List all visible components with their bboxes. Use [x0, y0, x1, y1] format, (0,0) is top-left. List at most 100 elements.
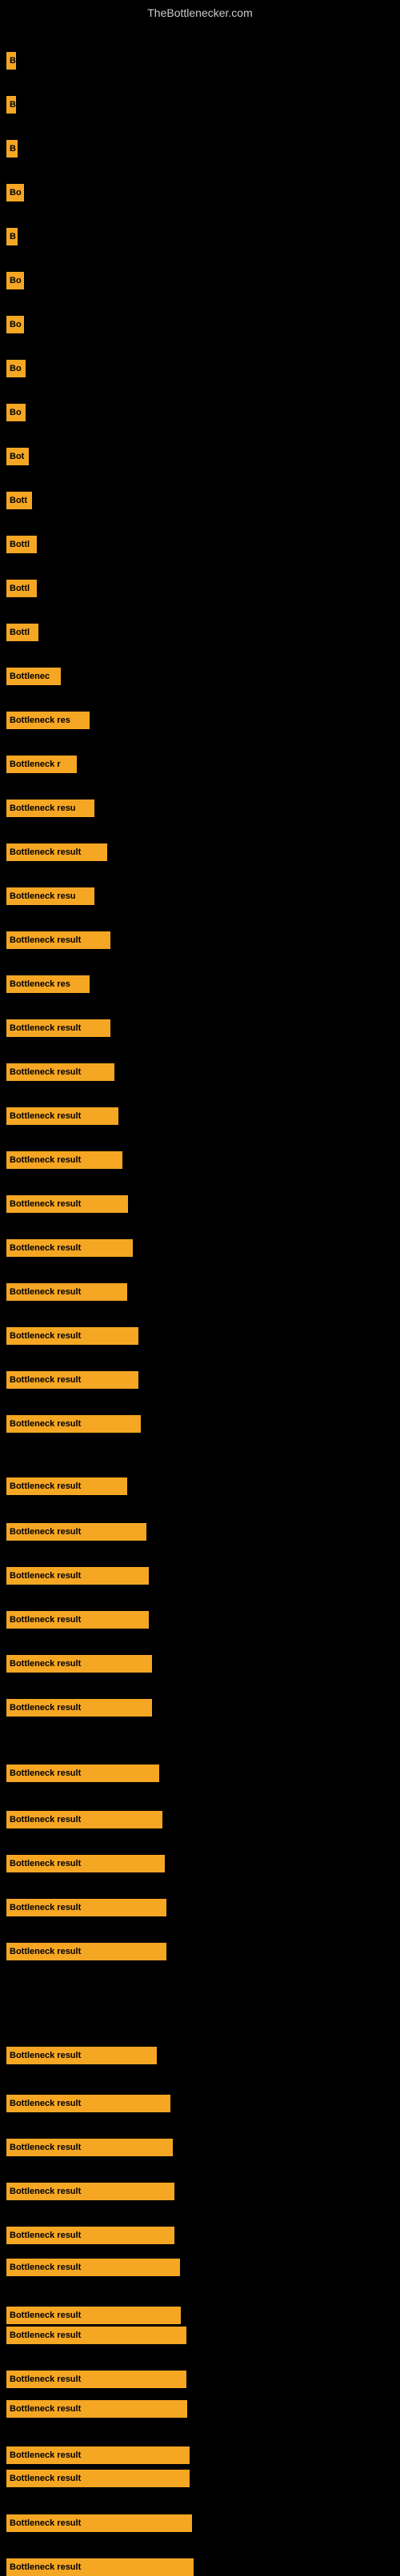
- bar-row: Bottleneck result: [6, 1477, 127, 1495]
- bar-row: Bottleneck result: [6, 1611, 149, 1629]
- bar-row: B: [6, 96, 16, 114]
- bar-label: Bottleneck result: [6, 2400, 187, 2418]
- bar-label: Bottleneck result: [6, 1899, 166, 1916]
- bar-row: Bottleneck result: [6, 1063, 114, 1081]
- bar-row: Bo: [6, 404, 26, 421]
- bar-label: Bottleneck result: [6, 1611, 149, 1629]
- bar-row: Bottleneck result: [6, 2259, 180, 2276]
- bar-row: Bottleneck result: [6, 931, 110, 949]
- bar-label: Bo: [6, 316, 24, 333]
- bar-row: Bottleneck result: [6, 1523, 146, 1541]
- bar-row: Bottleneck result: [6, 1415, 141, 1433]
- bar-label: Bottleneck result: [6, 1283, 127, 1301]
- bar-row: Bottleneck result: [6, 1567, 149, 1585]
- bar-label: Bottleneck result: [6, 2227, 174, 2244]
- bar-row: B: [6, 228, 18, 245]
- bar-label: Bottleneck res: [6, 975, 90, 993]
- bar-row: Bottleneck result: [6, 1239, 133, 1257]
- bar-label: Bottleneck result: [6, 1477, 127, 1495]
- bar-row: Bottleneck result: [6, 1195, 128, 1213]
- bar-row: Bottleneck result: [6, 2470, 190, 2487]
- bar-row: Bottleneck result: [6, 1699, 152, 1717]
- bar-label: Bottleneck result: [6, 1327, 138, 1345]
- bar-row: Bottleneck result: [6, 1107, 118, 1125]
- bar-row: Bottleneck result: [6, 1283, 127, 1301]
- bar-row: Bottleneck result: [6, 1019, 110, 1037]
- bar-label: B: [6, 96, 16, 114]
- bar-row: B: [6, 52, 16, 70]
- bar-label: Bottl: [6, 536, 37, 553]
- bar-label: Bottleneck result: [6, 2446, 190, 2464]
- bar-label: Bottleneck result: [6, 843, 107, 861]
- bar-label: Bottleneck r: [6, 756, 77, 773]
- bar-row: Bottleneck result: [6, 2183, 174, 2200]
- bar-row: Bottleneck result: [6, 843, 107, 861]
- site-title: TheBottlenecker.com: [0, 0, 400, 22]
- bar-row: Bottleneck result: [6, 2400, 187, 2418]
- bar-row: Bo: [6, 360, 26, 377]
- bar-row: Bot: [6, 448, 29, 465]
- bar-label: Bottlenec: [6, 668, 61, 685]
- bar-row: Bottleneck result: [6, 2558, 194, 2576]
- bar-row: Bottleneck result: [6, 1943, 166, 1960]
- bar-label: Bottleneck result: [6, 1107, 118, 1125]
- bar-row: Bottleneck result: [6, 2047, 157, 2064]
- bar-row: Bottleneck result: [6, 1655, 152, 1673]
- bar-label: Bottleneck result: [6, 2047, 157, 2064]
- bar-row: Bottleneck res: [6, 975, 90, 993]
- bar-row: Bottleneck result: [6, 1765, 159, 1782]
- bar-label: B: [6, 52, 16, 70]
- bar-label: Bottleneck result: [6, 1655, 152, 1673]
- bar-row: Bottleneck result: [6, 1899, 166, 1916]
- bar-row: Bottleneck result: [6, 2446, 190, 2464]
- bar-label: Bott: [6, 492, 32, 509]
- bar-row: Bottleneck result: [6, 1371, 138, 1389]
- bar-row: B: [6, 140, 18, 158]
- bar-label: Bo: [6, 184, 24, 201]
- bar-label: Bot: [6, 448, 29, 465]
- bar-label: Bottleneck res: [6, 712, 90, 729]
- bar-label: Bottleneck result: [6, 1765, 159, 1782]
- bar-row: Bottleneck result: [6, 2371, 186, 2388]
- bar-label: Bottleneck resu: [6, 800, 94, 817]
- bar-row: Bottleneck res: [6, 712, 90, 729]
- bar-label: Bottleneck result: [6, 1855, 165, 1872]
- bar-row: Bottleneck result: [6, 2095, 170, 2112]
- bar-label: Bottleneck result: [6, 1151, 122, 1169]
- bar-label: Bottl: [6, 624, 38, 641]
- bar-row: Bottleneck result: [6, 1811, 162, 1828]
- bar-row: Bottleneck result: [6, 2514, 192, 2532]
- bar-label: Bottleneck result: [6, 1523, 146, 1541]
- bar-row: Bo: [6, 316, 24, 333]
- bar-row: Bottleneck resu: [6, 800, 94, 817]
- bar-row: Bottleneck resu: [6, 887, 94, 905]
- bar-label: Bo: [6, 404, 26, 421]
- bar-label: Bottleneck result: [6, 2558, 194, 2576]
- bar-label: Bottl: [6, 580, 37, 597]
- bar-label: Bo: [6, 272, 24, 289]
- bar-row: Bottl: [6, 536, 37, 553]
- bar-label: Bottleneck result: [6, 1371, 138, 1389]
- bar-label: Bottleneck result: [6, 1943, 166, 1960]
- bar-label: Bottleneck result: [6, 1567, 149, 1585]
- bar-label: B: [6, 228, 18, 245]
- bar-label: Bottleneck result: [6, 2327, 186, 2344]
- bar-row: Bottleneck result: [6, 2227, 174, 2244]
- bar-label: Bottleneck result: [6, 1699, 152, 1717]
- bar-row: Bottleneck result: [6, 1855, 165, 1872]
- bar-row: Bott: [6, 492, 32, 509]
- bar-row: Bottleneck result: [6, 1327, 138, 1345]
- bar-label: Bottleneck result: [6, 1019, 110, 1037]
- bar-label: Bottleneck result: [6, 1063, 114, 1081]
- bar-label: Bo: [6, 360, 26, 377]
- bar-label: Bottleneck result: [6, 2371, 186, 2388]
- bar-label: Bottleneck result: [6, 1415, 141, 1433]
- bar-label: Bottleneck result: [6, 2259, 180, 2276]
- bar-row: Bo: [6, 184, 24, 201]
- bar-label: Bottleneck resu: [6, 887, 94, 905]
- bar-row: Bottleneck result: [6, 2327, 186, 2344]
- bar-row: Bottleneck r: [6, 756, 77, 773]
- bar-label: Bottleneck result: [6, 2095, 170, 2112]
- bar-row: Bottl: [6, 580, 37, 597]
- bar-label: Bottleneck result: [6, 2470, 190, 2487]
